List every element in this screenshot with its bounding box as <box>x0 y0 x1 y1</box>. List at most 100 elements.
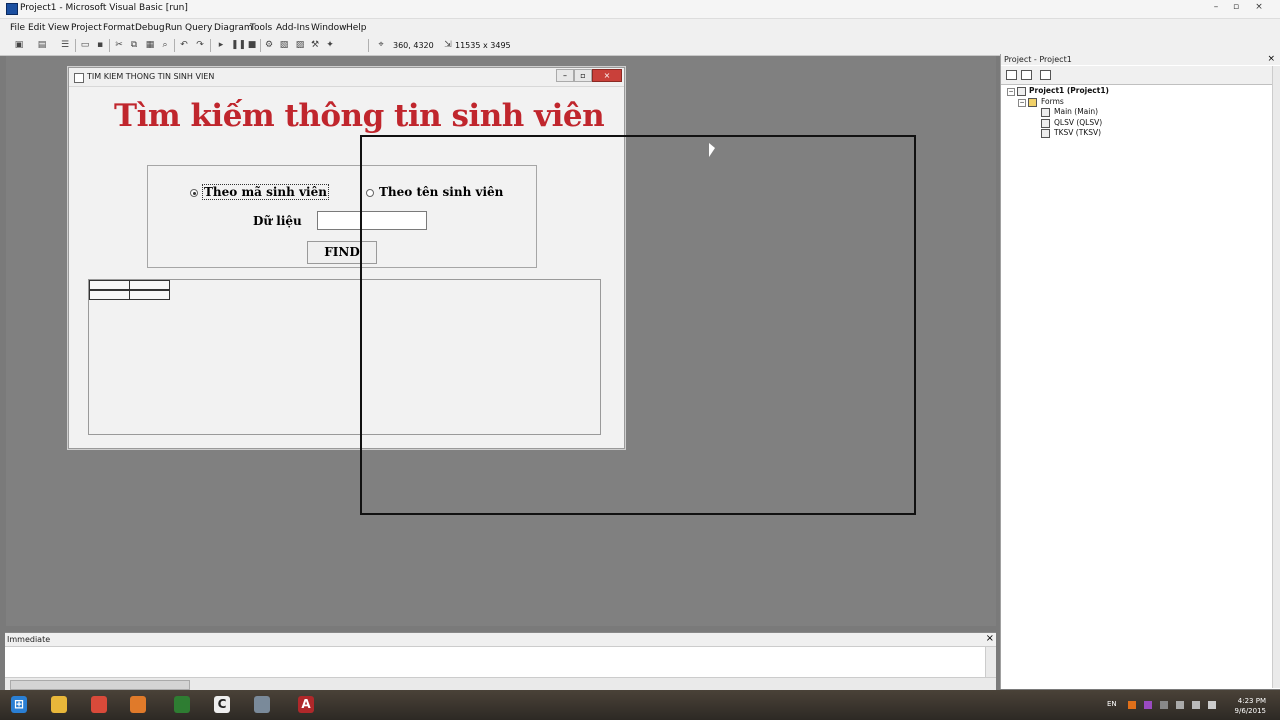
taskbar-excel-button[interactable] <box>165 693 199 717</box>
grid-header-cell <box>129 280 170 290</box>
folder-icon <box>1028 98 1037 107</box>
open-project-icon[interactable]: ▭ <box>80 40 90 50</box>
taskbar-chrome-button[interactable] <box>82 693 116 717</box>
taskbar-start-button[interactable]: ⊞ <box>2 693 36 717</box>
immediate-close-button[interactable]: × <box>986 633 994 644</box>
paste-icon[interactable]: ▦ <box>145 40 155 50</box>
undo-icon[interactable]: ↶ <box>179 40 189 50</box>
view-code-icon[interactable] <box>1006 70 1017 80</box>
immediate-vertical-scrollbar[interactable] <box>985 647 996 677</box>
object-browser-icon[interactable]: ⚒ <box>310 40 320 50</box>
immediate-titlebar: Immediate × <box>5 633 996 647</box>
taskbar-clock[interactable]: 4:23 PM 9/6/2015 <box>1235 696 1266 716</box>
menu-diagram[interactable]: Diagram <box>214 23 253 33</box>
end-icon[interactable]: ■ <box>247 40 257 50</box>
menu-debug[interactable]: Debug <box>135 23 165 33</box>
tray-app-icon[interactable] <box>1160 701 1168 709</box>
tree-item-project[interactable]: Project1 (Project1) <box>1029 86 1109 95</box>
toggle-folders-icon[interactable] <box>1040 70 1051 80</box>
menu-format[interactable]: Format <box>103 23 135 33</box>
tray-network-icon[interactable] <box>1176 701 1184 709</box>
form-maximize-button[interactable]: ▫ <box>574 69 592 82</box>
properties-window-icon[interactable]: ▧ <box>279 40 289 50</box>
close-button[interactable]: × <box>1251 1 1267 13</box>
immediate-horizontal-scrollbar[interactable] <box>5 677 996 690</box>
toolbar-separator <box>75 39 76 52</box>
start-icon: ⊞ <box>11 696 27 713</box>
tree-item-form[interactable]: Main (Main) <box>1054 107 1098 116</box>
radio-by-student-id-label[interactable]: Theo mã sinh viên <box>202 184 329 200</box>
toolbar-separator <box>368 39 369 52</box>
app-c-icon: C <box>214 696 230 713</box>
clock-time: 4:23 PM <box>1237 697 1266 705</box>
menu-query[interactable]: Query <box>185 23 212 33</box>
form-minimize-button[interactable]: – <box>556 69 574 82</box>
position-readout: 360, 4320 <box>393 41 434 50</box>
explorer-icon <box>51 696 67 713</box>
form-layout-icon[interactable]: ▨ <box>295 40 305 50</box>
tree-item-forms-folder[interactable]: Forms <box>1041 97 1064 106</box>
immediate-window[interactable]: Immediate × <box>5 632 996 690</box>
add-form-icon[interactable]: ▤ <box>37 40 47 50</box>
tree-item-form[interactable]: TKSV (TKSV) <box>1054 128 1101 137</box>
redo-icon[interactable]: ↷ <box>195 40 205 50</box>
start-icon[interactable]: ▸ <box>216 40 226 50</box>
taskbar-access-button[interactable]: A <box>289 693 323 717</box>
mouse-cursor-icon <box>709 143 715 157</box>
save-project-icon[interactable]: ▪ <box>95 40 105 50</box>
radio-by-student-id[interactable] <box>190 189 198 197</box>
break-icon[interactable]: ❚❚ <box>231 40 246 50</box>
collapse-icon[interactable]: − <box>1018 99 1026 107</box>
menu-add-ins[interactable]: Add-Ins <box>276 23 310 33</box>
taskbar-app-c-button[interactable]: C <box>205 693 239 717</box>
menu-tools[interactable]: Tools <box>250 23 272 33</box>
tray-volume-icon[interactable] <box>1208 701 1216 709</box>
toolbox-icon[interactable]: ✦ <box>325 40 335 50</box>
project-explorer-icon[interactable]: ⚙ <box>264 40 274 50</box>
menu-run[interactable]: Run <box>165 23 182 33</box>
cut-icon[interactable]: ✂ <box>114 40 124 50</box>
taskbar-firefox-button[interactable] <box>121 693 155 717</box>
form-close-button[interactable]: × <box>592 69 622 82</box>
visual-basic-icon <box>6 3 18 15</box>
scrollbar-thumb[interactable] <box>10 680 190 690</box>
taskbar-vb-button[interactable] <box>245 693 279 717</box>
tray-app-icon[interactable] <box>1144 701 1152 709</box>
project-explorer-close-button[interactable]: × <box>1267 54 1275 64</box>
form-icon <box>1041 119 1050 128</box>
view-object-icon[interactable] <box>1021 70 1032 80</box>
project-explorer-panel: Project - Project1 × − Project1 (Project… <box>1000 54 1280 689</box>
tree-item-form[interactable]: QLSV (QLSV) <box>1054 118 1102 127</box>
menu-project[interactable]: Project <box>71 23 102 33</box>
menu-help[interactable]: Help <box>346 23 367 33</box>
project-icon <box>1017 87 1026 96</box>
grid-cell[interactable] <box>129 290 170 300</box>
menu-window[interactable]: Window <box>311 23 347 33</box>
collapse-icon[interactable]: − <box>1007 88 1015 96</box>
grid-header-cell <box>89 280 130 290</box>
toolbar-separator <box>109 39 110 52</box>
size-icon: ⇲ <box>444 40 452 50</box>
minimize-button[interactable]: – <box>1208 1 1224 13</box>
project-explorer-scrollbar[interactable] <box>1272 66 1280 688</box>
maximize-button[interactable]: ▫ <box>1228 1 1244 13</box>
grid-cell[interactable] <box>89 290 130 300</box>
find-icon[interactable]: ⌕ <box>160 40 170 50</box>
menu-view[interactable]: View <box>48 23 69 33</box>
add-project-icon[interactable]: ▣ <box>14 40 24 50</box>
language-indicator[interactable]: EN <box>1107 700 1117 708</box>
menu-edit[interactable]: Edit <box>28 23 45 33</box>
project-explorer-toolbar <box>1001 66 1280 85</box>
form-drag-outline <box>360 135 916 515</box>
form-titlebar: TIM KIEM THONG TIN SINH VIEN – ▫ × <box>69 68 624 87</box>
menu-file[interactable]: File <box>10 23 25 33</box>
form-heading: Tìm kiếm thông tin sinh viên <box>114 98 605 134</box>
form-title: TIM KIEM THONG TIN SINH VIEN <box>87 72 215 81</box>
menu-editor-icon[interactable]: ☰ <box>60 40 70 50</box>
size-readout: 11535 x 3495 <box>455 41 511 50</box>
taskbar-explorer-button[interactable] <box>42 693 76 717</box>
copy-icon[interactable]: ⧉ <box>129 40 139 50</box>
tray-app-icon[interactable] <box>1128 701 1136 709</box>
taskbar: ⊞ C A EN 4:23 PM 9/6/2015 <box>0 690 1280 720</box>
tray-notification-icon[interactable] <box>1192 701 1200 709</box>
